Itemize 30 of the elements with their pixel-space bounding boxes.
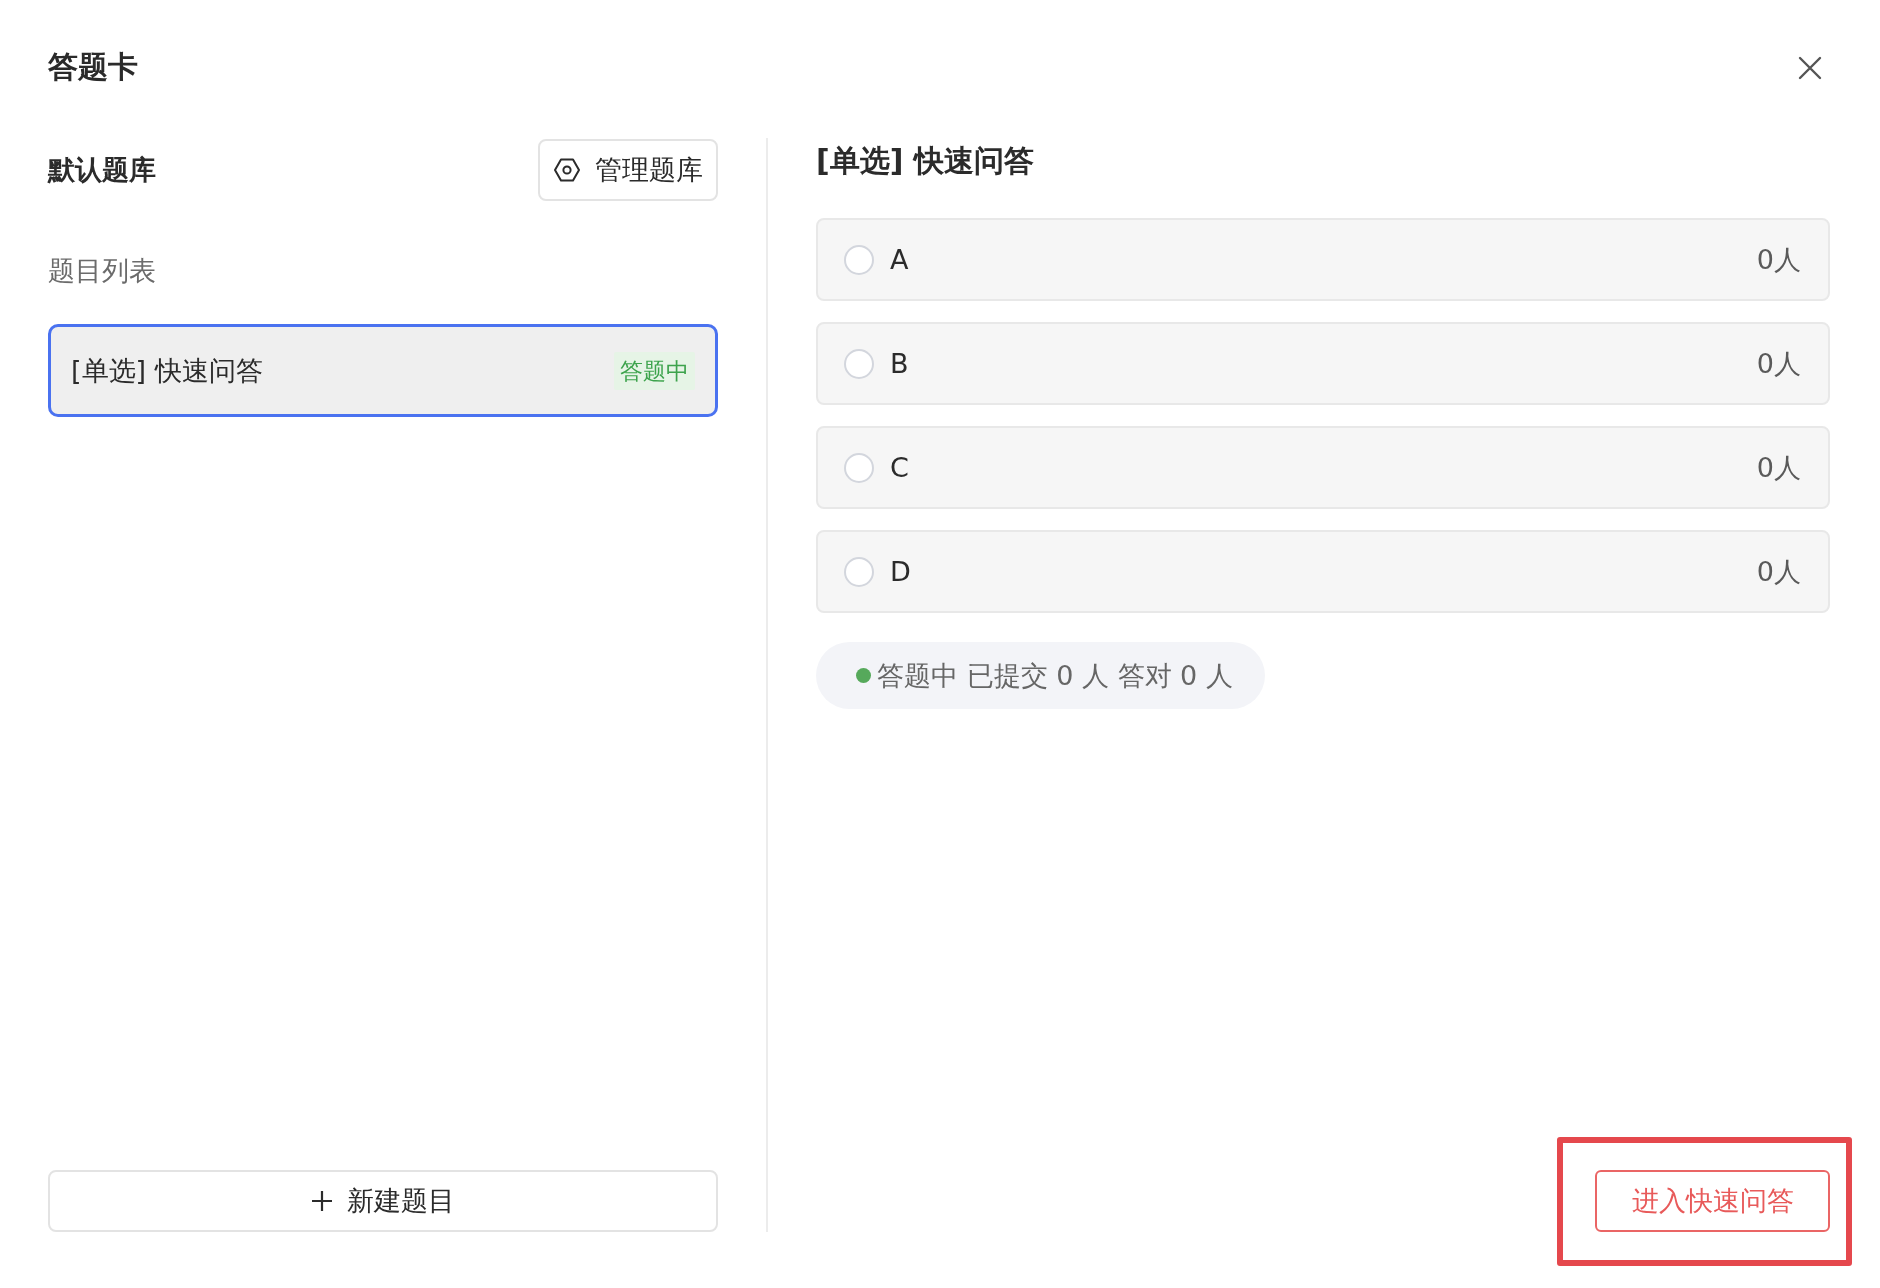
manage-library-button[interactable]: 管理题库	[538, 139, 718, 201]
option-label: A	[890, 242, 909, 277]
option-label: C	[890, 450, 909, 485]
library-name: 默认题库	[48, 153, 156, 187]
plus-icon	[311, 1190, 333, 1212]
option-label: D	[890, 554, 911, 589]
answer-count: 0人	[1756, 450, 1801, 485]
radio-button[interactable]	[844, 452, 874, 483]
answer-option[interactable]: A 0人	[816, 218, 1830, 301]
list-heading: 题目列表	[48, 254, 156, 288]
answer-option[interactable]: C 0人	[816, 426, 1830, 509]
close-icon[interactable]	[1798, 56, 1822, 80]
question-heading: [单选] 快速问答	[816, 142, 1034, 180]
answer-count: 0人	[1756, 554, 1801, 589]
status-tag: 答题中	[614, 351, 695, 390]
answer-option[interactable]: D 0人	[816, 530, 1830, 613]
radio-button[interactable]	[844, 244, 874, 275]
hexagon-icon	[553, 156, 581, 184]
radio-button[interactable]	[844, 348, 874, 379]
radio-button[interactable]	[844, 556, 874, 587]
status-text: 答题中 已提交 0 人 答对 0 人	[877, 658, 1233, 693]
answer-count: 0人	[1756, 242, 1801, 277]
question-title: [单选] 快速问答	[71, 353, 263, 388]
option-label: B	[890, 346, 909, 381]
status-dot-icon	[856, 668, 871, 683]
new-question-button[interactable]: 新建题目	[48, 1170, 718, 1232]
answer-count: 0人	[1756, 346, 1801, 381]
dialog-title: 答题卡	[48, 48, 138, 86]
question-list-item[interactable]: [单选] 快速问答 答题中	[48, 324, 718, 417]
answer-option[interactable]: B 0人	[816, 322, 1830, 405]
